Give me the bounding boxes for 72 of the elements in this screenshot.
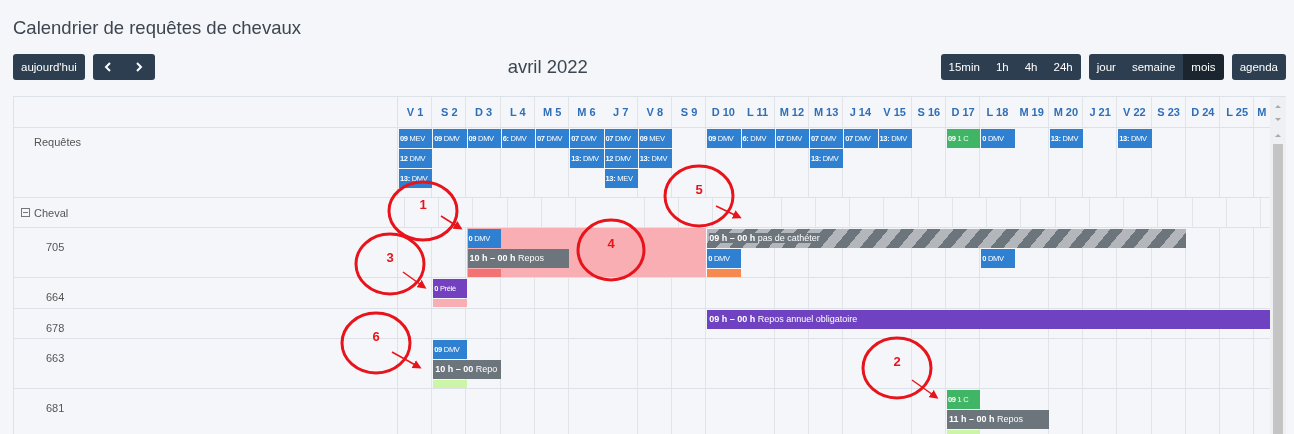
day-header: D 10 xyxy=(710,105,736,120)
event-bar[interactable]: 09 h – 00 h pas de cathéter xyxy=(707,229,1186,248)
page-title: Calendrier de requêtes de chevaux xyxy=(13,16,302,40)
resource-label: 663 xyxy=(46,352,65,364)
agenda-button[interactable]: agenda xyxy=(1231,53,1286,80)
day-header: S 23 xyxy=(1156,105,1181,120)
day-header: L 18 xyxy=(985,105,1010,120)
day-header: V 1 xyxy=(405,105,425,120)
day-header: L 25 xyxy=(1225,105,1250,120)
scrollbar-thumb[interactable] xyxy=(1273,144,1283,434)
day-header: M xyxy=(1256,105,1268,120)
zoom-button[interactable]: 15min xyxy=(940,53,988,80)
callout-circle xyxy=(576,218,646,282)
next-button[interactable] xyxy=(123,53,155,80)
event-bar[interactable]: 10 h – 00 h Repos xyxy=(467,249,570,268)
callout-number: 5 xyxy=(695,182,703,197)
callout-arrow xyxy=(715,205,742,219)
resource-label: 681 xyxy=(46,402,65,414)
resource-label: 705 xyxy=(46,241,65,253)
callout-arrow xyxy=(391,351,422,369)
day-header: D 17 xyxy=(950,105,976,120)
callout-number: 3 xyxy=(386,250,394,265)
callout-number: 6 xyxy=(372,329,380,344)
day-header: V 8 xyxy=(645,105,665,120)
day-header: M 6 xyxy=(576,105,597,120)
day-header: M 12 xyxy=(778,105,806,120)
chevron-left-icon xyxy=(104,61,113,72)
view-button[interactable]: jour xyxy=(1088,53,1124,80)
day-header: V 22 xyxy=(1122,105,1147,120)
zoom-button[interactable]: 4h xyxy=(1016,53,1046,80)
day-header: J 21 xyxy=(1088,105,1112,120)
day-header: S 2 xyxy=(440,105,459,120)
day-header: J 7 xyxy=(611,105,630,120)
view-button[interactable]: semaine xyxy=(1123,53,1184,80)
day-header: L 4 xyxy=(509,105,527,120)
day-header: D 24 xyxy=(1190,105,1216,120)
chevron-right-icon xyxy=(135,61,144,72)
callout-arrow xyxy=(402,271,427,289)
day-header: M 5 xyxy=(541,105,563,120)
callout-arrow xyxy=(911,379,939,399)
day-header: L 11 xyxy=(746,105,770,120)
view-button[interactable]: mois xyxy=(1183,53,1224,80)
callout-circle xyxy=(387,180,459,242)
zoom-button[interactable]: 24h xyxy=(1045,53,1081,80)
day-header: J 14 xyxy=(848,105,873,120)
day-header: M 19 xyxy=(1018,105,1045,120)
event-bar[interactable]: 11 h – 00 h Repos xyxy=(947,410,1049,429)
resource-label: 678 xyxy=(46,322,65,334)
day-header: M 13 xyxy=(812,105,840,120)
callout-circle xyxy=(663,164,735,228)
callout-number: 1 xyxy=(419,197,427,212)
day-header: V 15 xyxy=(882,105,907,120)
group-label: Cheval xyxy=(34,206,69,219)
callout-number: 2 xyxy=(893,354,901,369)
callout-arrow xyxy=(440,215,463,230)
resource-label: Requêtes xyxy=(34,136,82,148)
event-bar[interactable]: 09 h – 00 h Repos annuel obligatoire xyxy=(707,310,1270,329)
day-header: M 20 xyxy=(1052,105,1080,120)
previous-button[interactable] xyxy=(92,53,124,80)
callout-circle xyxy=(340,311,412,375)
collapse-icon[interactable] xyxy=(21,208,30,217)
zoom-button[interactable]: 1h xyxy=(987,53,1017,80)
event-bar[interactable]: 10 h – 00 Repo xyxy=(433,360,501,379)
period-title: avril 2022 xyxy=(506,55,589,78)
day-header: S 9 xyxy=(679,105,699,120)
callout-circle xyxy=(861,336,933,400)
day-header: S 16 xyxy=(916,105,942,120)
day-header: D 3 xyxy=(474,105,494,120)
callout-number: 4 xyxy=(607,236,615,251)
callout-circle xyxy=(354,232,426,296)
resource-label: 664 xyxy=(46,291,65,303)
today-button[interactable]: aujourd'hui xyxy=(13,53,85,80)
